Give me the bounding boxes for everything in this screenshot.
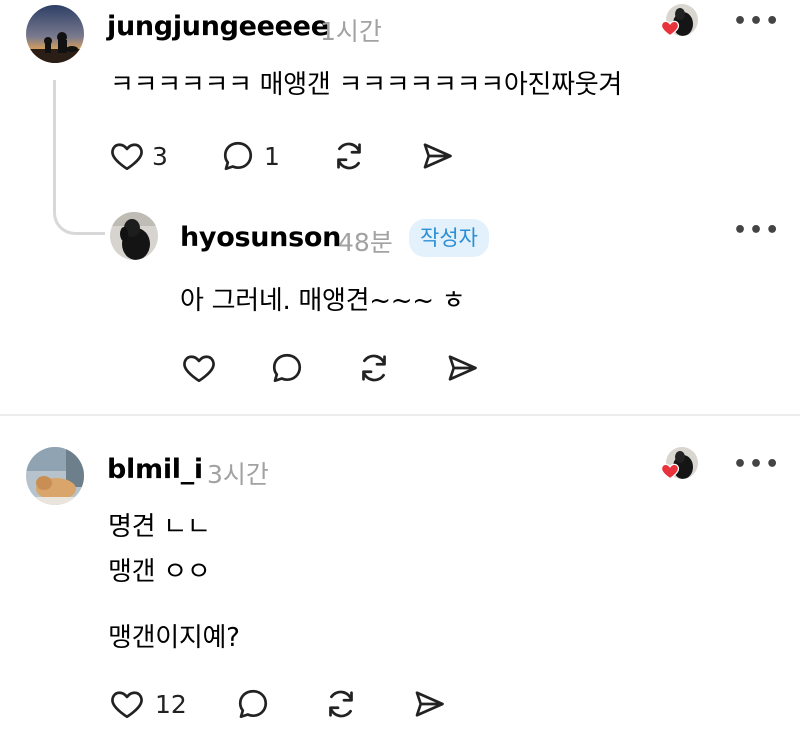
avatar[interactable] <box>26 447 84 505</box>
share-icon <box>423 143 452 169</box>
comment-text: ㅋㅋㅋㅋㅋㅋ 매앵갠 ㅋㅋㅋㅋㅋㅋㅋ아진짜웃겨 <box>110 70 622 100</box>
repost-button[interactable] <box>322 686 360 722</box>
heart-icon <box>111 143 143 171</box>
reply-button[interactable] <box>219 138 257 174</box>
share-button[interactable] <box>410 686 448 722</box>
comment-icon <box>272 353 302 383</box>
more-icon[interactable]: ••• <box>733 454 781 476</box>
reply-button[interactable] <box>234 686 272 722</box>
comment-text-line: 맹갠 ㅇㅇ <box>108 557 211 587</box>
author-badge: 작성자 <box>409 219 489 257</box>
reply-button[interactable] <box>268 350 306 386</box>
comment-timestamp: 1시간 <box>320 17 382 46</box>
repost-icon <box>362 354 386 382</box>
like-button[interactable] <box>108 686 146 722</box>
like-count: 3 <box>152 142 168 171</box>
comment-icon <box>238 689 268 719</box>
share-button[interactable] <box>443 350 481 386</box>
thread-connector <box>53 80 105 235</box>
comment-text-line: 명견 ㄴㄴ <box>108 512 211 542</box>
share-icon <box>448 355 477 381</box>
repost-button[interactable] <box>355 350 393 386</box>
repost-icon <box>329 690 353 718</box>
like-count: 12 <box>155 690 187 719</box>
liked-by-author-indicator <box>660 447 700 487</box>
heart-filled-icon <box>660 20 680 37</box>
like-button[interactable] <box>180 350 218 386</box>
comment-text: 아 그러네. 매앵견~~~ ㅎ <box>180 286 466 316</box>
comment-divider <box>0 414 800 416</box>
comment-username[interactable]: jungjungeeeee <box>107 11 329 42</box>
repost-button[interactable] <box>330 138 368 174</box>
avatar[interactable] <box>26 5 84 63</box>
comment-icon <box>223 141 253 171</box>
heart-icon <box>183 355 215 383</box>
heart-filled-icon <box>660 463 680 480</box>
comment-username[interactable]: hyosunson <box>180 222 341 253</box>
comment-timestamp: 48분 <box>338 228 393 257</box>
comment-timestamp: 3시간 <box>207 460 269 489</box>
heart-icon <box>111 691 143 719</box>
more-icon[interactable]: ••• <box>733 220 781 242</box>
repost-icon <box>337 142 361 170</box>
comment-text-line: 맹갠이지예? <box>108 623 240 653</box>
avatar[interactable] <box>110 212 158 260</box>
comment-username[interactable]: blmil_i <box>107 454 203 485</box>
share-icon <box>415 691 444 717</box>
share-button[interactable] <box>418 138 456 174</box>
reply-count: 1 <box>264 142 280 171</box>
like-button[interactable] <box>108 138 146 174</box>
liked-by-author-indicator <box>660 4 700 44</box>
more-icon[interactable]: ••• <box>733 11 781 33</box>
